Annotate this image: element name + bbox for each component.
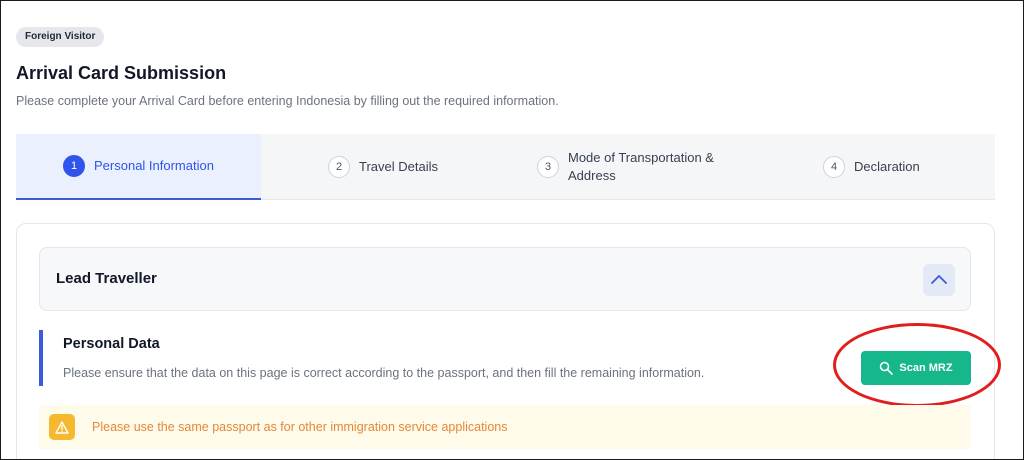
lead-traveller-section-header[interactable]: Lead Traveller	[39, 247, 971, 311]
step-travel-details[interactable]: 2 Travel Details	[261, 134, 506, 200]
step-label: Personal Information	[94, 158, 214, 173]
step-number: 3	[537, 156, 559, 178]
step-label: Travel Details	[359, 159, 438, 174]
stepper: 1 Personal Information 2 Travel Details …	[16, 134, 995, 200]
step-mode-of-transportation[interactable]: 3 Mode of Transportation & Address	[506, 134, 751, 200]
personal-data-block: Personal Data Please ensure that the dat…	[39, 330, 819, 386]
step-number: 4	[823, 156, 845, 178]
scan-mrz-label: Scan MRZ	[899, 362, 953, 374]
section-title: Lead Traveller	[56, 270, 157, 287]
step-declaration[interactable]: 4 Declaration	[751, 134, 995, 200]
warning-text: Please use the same passport as for othe…	[92, 420, 508, 434]
step-number: 2	[328, 156, 350, 178]
step-label: Mode of Transportation & Address	[568, 150, 714, 183]
warning-icon	[49, 414, 75, 440]
collapse-button[interactable]	[923, 264, 955, 296]
step-label: Declaration	[854, 159, 920, 174]
personal-data-description: Please ensure that the data on this page…	[63, 366, 705, 380]
step-number: 1	[63, 155, 85, 177]
step-personal-information[interactable]: 1 Personal Information	[16, 134, 261, 200]
passport-warning-banner: Please use the same passport as for othe…	[39, 405, 971, 449]
page-title: Arrival Card Submission	[16, 63, 227, 83]
chevron-up-icon	[931, 271, 947, 289]
personal-data-title: Personal Data	[63, 336, 160, 352]
page-frame: Foreign Visitor Arrival Card Submission …	[0, 0, 1024, 460]
visitor-type-badge: Foreign Visitor	[16, 27, 105, 47]
page-subtitle: Please complete your Arrival Card before…	[16, 94, 559, 108]
scan-mrz-button[interactable]: Scan MRZ	[861, 351, 971, 385]
search-icon	[879, 361, 894, 375]
